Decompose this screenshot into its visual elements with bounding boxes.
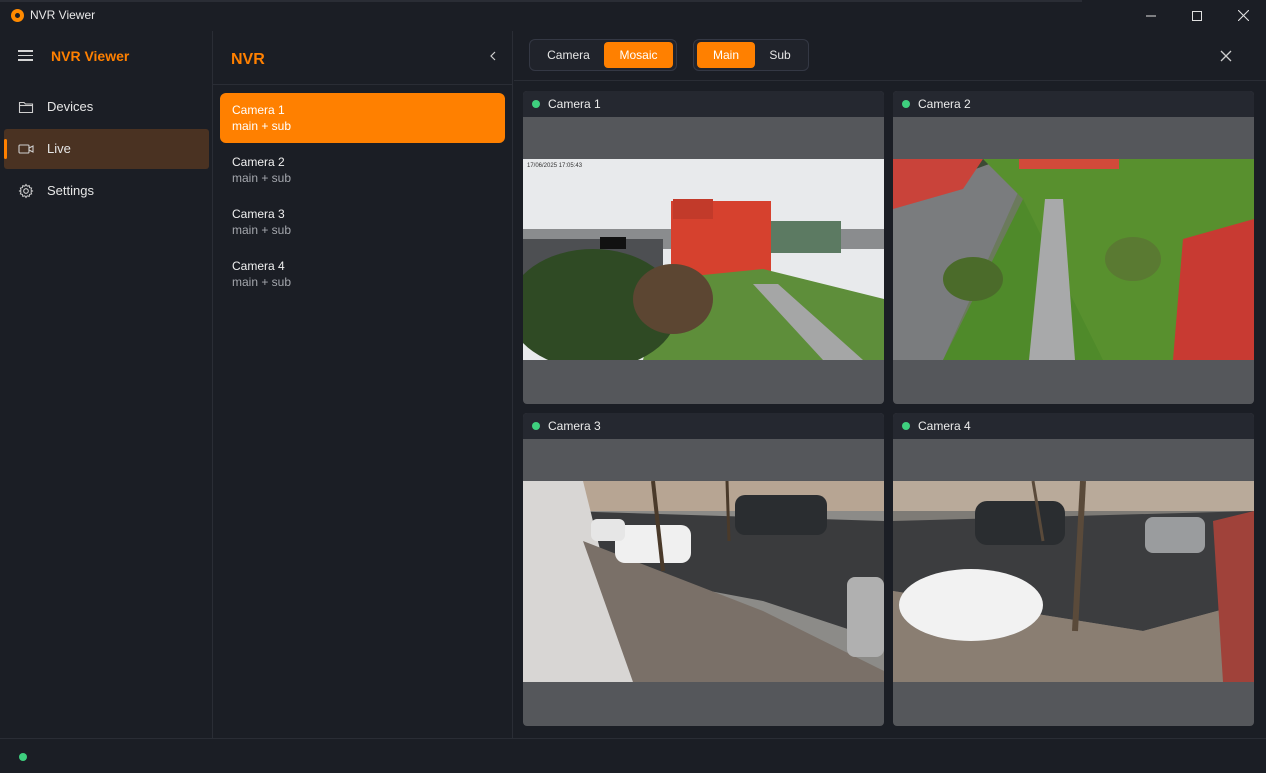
title-bar: NVR Viewer (0, 0, 1266, 31)
close-icon[interactable] (1218, 48, 1234, 64)
sidebar-item-label: Devices (47, 99, 94, 114)
camera-video-feed: 17/06/2025 17:05:43 (523, 159, 884, 360)
sidebar-item-devices[interactable]: Devices (4, 87, 209, 127)
online-status-dot (532, 422, 540, 430)
mosaic-view-button[interactable]: Mosaic (603, 42, 673, 68)
tile-header: Camera 4 (893, 413, 1254, 439)
online-status-dot (902, 100, 910, 108)
camera-video-feed (893, 481, 1254, 682)
tile-camera-label: Camera 1 (548, 97, 601, 111)
main-stream-button[interactable]: Main (697, 42, 755, 68)
camera-streams: main + sub (232, 275, 292, 289)
tile-header: Camera 2 (893, 91, 1254, 117)
camera-name: Camera 1 (232, 103, 285, 117)
sidebar-item-label: Settings (47, 183, 94, 198)
nav-header: NVR Viewer (0, 41, 213, 71)
video-camera-icon (18, 144, 34, 154)
camera-streams: main + sub (232, 223, 292, 237)
sidebar-item-live[interactable]: Live (4, 129, 209, 169)
camera-streams: main + sub (232, 119, 292, 133)
online-status-dot (532, 100, 540, 108)
minimize-icon (1146, 15, 1156, 16)
tile-camera-label: Camera 3 (548, 419, 601, 433)
connection-status-dot (19, 753, 27, 761)
camera-tile-4[interactable]: Camera 4 (893, 413, 1254, 726)
camera-tile-3[interactable]: Camera 3 (523, 413, 884, 726)
sidebar-item-label: Live (47, 141, 71, 156)
tile-camera-label: Camera 2 (918, 97, 971, 111)
sidebar-item-settings[interactable]: Settings (4, 171, 209, 211)
chevron-left-icon[interactable] (486, 48, 500, 64)
online-status-dot (902, 422, 910, 430)
tile-header: Camera 1 (523, 91, 884, 117)
tile-header: Camera 3 (523, 413, 884, 439)
maximize-icon (1192, 10, 1202, 21)
camera-list-item[interactable]: Camera 3 main + sub (220, 197, 505, 247)
view-mode-toggle: Camera Mosaic (529, 39, 677, 71)
camera-list-item[interactable]: Camera 1 main + sub (220, 93, 505, 143)
panel-divider (213, 84, 513, 85)
title-bar-accent-line (0, 0, 1082, 2)
camera-list-item[interactable]: Camera 4 main + sub (220, 249, 505, 299)
nav-brand-title: NVR Viewer (51, 48, 130, 64)
status-bar (0, 738, 1266, 773)
gear-icon (18, 183, 34, 199)
camera-view-button[interactable]: Camera (533, 42, 604, 68)
close-window-button[interactable] (1220, 0, 1266, 31)
panel-title: NVR (231, 51, 265, 68)
close-icon (1237, 10, 1249, 21)
hamburger-menu-icon[interactable] (18, 50, 33, 61)
window-title: NVR Viewer (30, 8, 96, 22)
camera-list-panel: NVR Camera 1 main + sub Camera 2 main + … (213, 31, 513, 738)
camera-streams: main + sub (232, 171, 292, 185)
live-view-area: Camera Mosaic Main Sub Camera 1 17/06/20… (514, 31, 1266, 738)
camera-tile-2[interactable]: Camera 2 (893, 91, 1254, 404)
video-timestamp-overlay: 17/06/2025 17:05:43 (527, 163, 583, 169)
sidebar-nav: NVR Viewer Devices Live Settings (0, 31, 213, 738)
app-logo-icon (11, 9, 24, 22)
maximize-button[interactable] (1174, 0, 1220, 31)
camera-video-feed (893, 159, 1254, 360)
camera-tile-1[interactable]: Camera 1 17/06/2025 17:05:43 (523, 91, 884, 404)
sub-stream-button[interactable]: Sub (755, 42, 805, 68)
camera-name: Camera 3 (232, 207, 285, 221)
camera-list-item[interactable]: Camera 2 main + sub (220, 145, 505, 195)
toolbar-divider (514, 80, 1266, 81)
camera-video-feed (523, 481, 884, 682)
folder-icon (18, 101, 34, 114)
minimize-button[interactable] (1128, 0, 1174, 31)
camera-name: Camera 4 (232, 259, 285, 273)
tile-camera-label: Camera 4 (918, 419, 971, 433)
stream-toggle: Main Sub (693, 39, 809, 71)
camera-name: Camera 2 (232, 155, 285, 169)
